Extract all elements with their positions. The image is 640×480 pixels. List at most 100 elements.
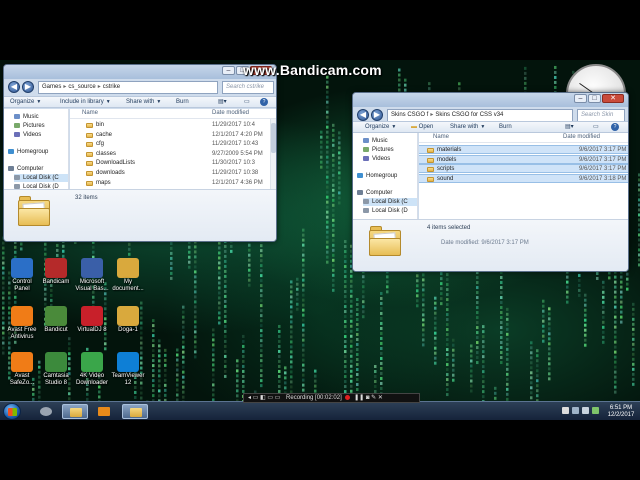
nav-item[interactable]: Local Disk (C bbox=[363, 198, 417, 206]
folder-icon bbox=[427, 167, 434, 173]
desktop-shortcut[interactable]: TeamViewer 12 bbox=[110, 352, 146, 387]
desktop-shortcut[interactable]: Doga-1 bbox=[110, 306, 146, 334]
desktop-shortcut[interactable]: My document... bbox=[110, 258, 146, 293]
date-modified-column-header[interactable]: Date modified bbox=[212, 110, 249, 116]
desktop-shortcut[interactable]: Avast SafeZo... bbox=[4, 352, 40, 387]
flag-icon[interactable] bbox=[562, 407, 569, 414]
back-button[interactable]: ◀ bbox=[8, 81, 20, 93]
taskbar-explorer[interactable] bbox=[62, 404, 88, 419]
organize-button[interactable]: Organize ▼ bbox=[10, 98, 41, 107]
desktop-shortcut[interactable]: 4K Video Downloader bbox=[74, 352, 110, 387]
computer-icon bbox=[8, 165, 14, 171]
nav-item[interactable]: Computer bbox=[8, 165, 43, 173]
share-with-button[interactable]: Share with ▼ bbox=[126, 98, 161, 107]
desktop-shortcut[interactable]: Control Panel bbox=[4, 258, 40, 293]
nav-item[interactable]: Local Disk (C bbox=[14, 174, 68, 182]
explorer-window-cstrike[interactable]: – □ ✕ ◀ ▶ Games ▸ cs_source ▸ cstrike Search… bbox=[3, 64, 277, 242]
4k-video-downloader-icon bbox=[81, 352, 103, 372]
file-row[interactable]: scripts 9/6/2017 3:17 PM bbox=[419, 164, 628, 174]
file-date: 11/29/2017 10:4 bbox=[212, 122, 255, 128]
nav-item[interactable]: Homegroup bbox=[357, 172, 397, 180]
camera-icon[interactable]: ◙ bbox=[366, 395, 370, 401]
file-row[interactable]: classes 9/27/2009 5:54 PM bbox=[70, 150, 276, 159]
name-column-header[interactable]: Name bbox=[82, 110, 98, 116]
preview-pane-icon[interactable]: ▭ bbox=[244, 98, 250, 107]
address-segment[interactable]: Games bbox=[42, 84, 61, 90]
file-row[interactable]: sound 9/6/2017 3:18 PM bbox=[419, 173, 628, 183]
view-options-icon[interactable]: ▤▾ bbox=[218, 98, 227, 107]
minimize-button[interactable]: – bbox=[222, 66, 235, 75]
organize-button[interactable]: Organize ▼ bbox=[365, 123, 396, 132]
desktop-shortcut[interactable]: Camtasia Studio 8 bbox=[38, 352, 74, 387]
help-icon[interactable]: ? bbox=[260, 98, 268, 106]
title-bar[interactable]: – □ ✕ bbox=[4, 65, 276, 79]
nav-item[interactable]: Pictures bbox=[14, 122, 45, 130]
desktop-shortcut[interactable]: VirtualDJ 8 bbox=[74, 306, 110, 334]
folder-icon bbox=[86, 171, 93, 176]
navigation-bar: ◀ ▶ Games ▸ cs_source ▸ cstrike Search cstri… bbox=[4, 79, 276, 96]
name-column-header[interactable]: Name bbox=[433, 134, 449, 140]
address-bar[interactable]: Games ▸ cs_source ▸ cstrike bbox=[38, 81, 218, 94]
help-icon[interactable]: ? bbox=[611, 123, 619, 131]
taskbar-explorer-2[interactable] bbox=[122, 404, 148, 419]
file-row[interactable]: maps 12/1/2017 4:36 PM bbox=[70, 179, 276, 188]
file-row[interactable]: cfg 11/29/2017 10:43 bbox=[70, 140, 276, 149]
include-in-library-button[interactable]: Include in library ▼ bbox=[60, 98, 111, 107]
volume-icon[interactable] bbox=[582, 407, 589, 414]
my-documents-icon bbox=[117, 258, 139, 278]
file-row[interactable]: cache 12/1/2017 4:20 PM bbox=[70, 131, 276, 140]
start-button[interactable] bbox=[3, 403, 21, 420]
forward-button[interactable]: ▶ bbox=[371, 109, 383, 121]
desktop-shortcut[interactable]: Bandicam bbox=[38, 258, 74, 286]
desktop-shortcut[interactable]: Microsoft Visual Bas... bbox=[74, 258, 110, 293]
search-input[interactable]: Search cstrike bbox=[222, 81, 274, 94]
pause-icon[interactable]: ❚❚ bbox=[354, 395, 364, 401]
shortcut-label: Camtasia Studio 8 bbox=[43, 373, 69, 386]
view-options-icon[interactable]: ▤▾ bbox=[565, 123, 574, 132]
maximize-button[interactable]: □ bbox=[588, 94, 601, 103]
nav-item[interactable]: Videos bbox=[363, 155, 390, 163]
file-row[interactable]: bin 11/29/2017 10:4 bbox=[70, 121, 276, 130]
burn-button[interactable]: Burn bbox=[176, 98, 189, 107]
date-modified-column-header[interactable]: Date modified bbox=[563, 134, 600, 140]
nav-item[interactable]: Music bbox=[14, 113, 39, 121]
nav-item[interactable]: Homegroup bbox=[8, 148, 48, 156]
explorer-window-skins[interactable]: – □ ✕ ◀ ▶ Skins CSGO f ▸ Skins CSGO for CS… bbox=[352, 92, 629, 272]
nav-item[interactable]: Local Disk (D bbox=[363, 207, 408, 215]
nav-item[interactable]: Music bbox=[363, 137, 388, 145]
close-icon[interactable]: ✕ bbox=[378, 395, 383, 401]
file-row[interactable]: materials 9/6/2017 3:17 PM bbox=[419, 145, 628, 154]
file-row[interactable]: DownloadLists 11/30/2017 10:3 bbox=[70, 159, 276, 168]
burn-button[interactable]: Burn bbox=[499, 123, 512, 132]
shortcut-label: Avast Free Antivirus bbox=[7, 327, 37, 340]
desktop-shortcut[interactable]: Avast Free Antivirus bbox=[4, 306, 40, 341]
nav-item[interactable]: Pictures bbox=[363, 146, 394, 154]
file-row[interactable]: models 9/6/2017 3:17 PM bbox=[419, 154, 628, 164]
recording-toolbar[interactable]: ◂ ▭ ◧ ▭ ▭ Recording [00:02:02] ❚❚ ◙ ✎ ✕ bbox=[243, 393, 420, 403]
desktop-shortcut[interactable]: Bandicut bbox=[38, 306, 74, 334]
back-button[interactable]: ◀ bbox=[357, 109, 369, 121]
pencil-icon[interactable]: ✎ bbox=[371, 395, 376, 401]
file-row[interactable]: downloads 11/29/2017 10:38 bbox=[70, 169, 276, 178]
open-button[interactable]: ▬ Open bbox=[411, 123, 433, 132]
recorder-controls-icon[interactable]: ◂ ▭ ◧ ▭ ▭ bbox=[248, 395, 280, 401]
forward-button[interactable]: ▶ bbox=[22, 81, 34, 93]
nav-item[interactable]: Computer bbox=[357, 189, 392, 197]
battery-icon[interactable] bbox=[592, 407, 599, 414]
address-segment[interactable]: cstrike bbox=[103, 84, 120, 90]
network-icon[interactable] bbox=[572, 407, 579, 414]
address-segment[interactable]: cs_source bbox=[68, 84, 95, 90]
preview-pane-icon[interactable]: ▭ bbox=[593, 123, 599, 132]
minimize-button[interactable]: – bbox=[574, 94, 587, 103]
clock[interactable]: 6:51 PM 12/2/2017 bbox=[606, 405, 636, 419]
close-button[interactable]: ✕ bbox=[602, 94, 624, 103]
record-icon[interactable] bbox=[345, 394, 351, 400]
nav-item[interactable]: Videos bbox=[14, 131, 41, 139]
share-with-button[interactable]: Share with ▼ bbox=[450, 123, 485, 132]
address-segment[interactable]: Skins CSGO for CSS v34 bbox=[435, 112, 503, 118]
taskbar-app-1[interactable] bbox=[33, 404, 59, 419]
vertical-scrollbar[interactable] bbox=[270, 119, 276, 189]
address-segment[interactable]: Skins CSGO f bbox=[391, 112, 428, 118]
taskbar-media-player[interactable] bbox=[91, 404, 117, 419]
title-bar[interactable]: – □ ✕ bbox=[353, 93, 628, 107]
